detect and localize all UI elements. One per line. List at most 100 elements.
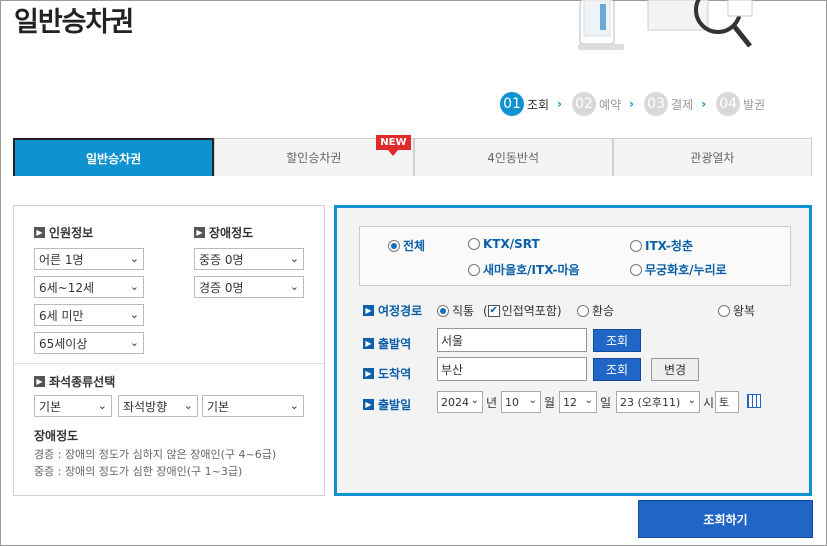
infant-select[interactable]: 6세 미만 ⌄ — [34, 304, 144, 326]
radio-dot — [718, 304, 730, 317]
departure-station-input[interactable]: 서울 — [437, 328, 587, 352]
radio-dot — [630, 239, 642, 252]
page-title: 일반승차권 — [14, 7, 134, 38]
step-label: 조회 — [527, 97, 550, 112]
radio-mugunghwa[interactable]: 무궁화호/누리로 — [630, 261, 727, 278]
devices-illustration — [578, 0, 753, 50]
train-type-box: 전체 KTX/SRT ITX-청춘 새마을호/ITX-마음 무궁화호/누리로 — [359, 226, 791, 286]
section-label: 좌석종류선택 — [49, 375, 116, 389]
year-unit: 년 — [486, 396, 498, 410]
hour-select[interactable]: 23 (오후11) ⌄ — [616, 391, 700, 413]
select-value: 좌석방향 — [123, 399, 168, 414]
calendar-icon[interactable] — [747, 394, 761, 408]
select-value: 6세~12세 — [39, 280, 95, 295]
seat-extra-select[interactable]: 기본 ⌄ — [202, 395, 304, 417]
mild-disability-select[interactable]: 경증 0명 ⌄ — [194, 276, 304, 298]
step-label: 예약 — [599, 97, 622, 112]
chevron-down-icon: ⌄ — [289, 252, 299, 265]
arrival-label: ▶ 도착역 — [363, 365, 411, 382]
radio-label: 직통 — [452, 304, 475, 318]
step-number: 03 — [644, 92, 669, 116]
radio-label: ITX-청춘 — [645, 239, 693, 253]
tab-label: 할인승차권 — [286, 151, 342, 165]
checkbox-label: 인접역포함 — [501, 304, 557, 318]
radio-label: 전체 — [403, 239, 426, 253]
radio-direct[interactable]: 직통 — [437, 302, 474, 319]
chevron-down-icon: ⌄ — [528, 395, 537, 406]
step-reserve: 02 예약 › — [572, 92, 634, 116]
chevron-down-icon: ⌄ — [129, 280, 139, 293]
radio-all[interactable]: 전체 — [388, 237, 425, 254]
select-value: 중증 0명 — [199, 252, 244, 267]
tab-discount[interactable]: 할인승차권 NEW — [214, 135, 414, 176]
select-value: 6세 미만 — [39, 308, 84, 323]
radio-dot — [388, 239, 400, 252]
step-label: 결제 — [671, 97, 694, 112]
tab-four-seat[interactable]: 4인동반석 — [413, 138, 613, 176]
arrow-bullet-icon: ▶ — [363, 338, 374, 349]
note-mild: 경증 : 장애의 정도가 심하지 않은 장애인(구 4~6급) — [34, 448, 277, 461]
nearby-checkbox[interactable]: (✔ 인접역포함) — [483, 302, 562, 319]
month-select[interactable]: 10 ⌄ — [501, 391, 541, 413]
senior-select[interactable]: 65세이상 ⌄ — [34, 332, 144, 354]
swap-stations-button[interactable]: 변경 — [651, 358, 699, 381]
radio-transfer[interactable]: 환승 — [577, 302, 614, 319]
day-select[interactable]: 12 ⌄ — [559, 391, 597, 413]
radio-label: 무궁화호/누리로 — [645, 263, 727, 277]
chevron-down-icon: ⌄ — [97, 399, 107, 412]
search-button[interactable]: 조회하기 — [638, 500, 813, 538]
radio-saemaeul[interactable]: 새마을호/ITX-마음 — [468, 261, 580, 278]
severe-disability-select[interactable]: 중증 0명 ⌄ — [194, 248, 304, 270]
select-value: 12 — [563, 395, 577, 409]
search-panel: 전체 KTX/SRT ITX-청춘 새마을호/ITX-마음 무궁화호/누리로 ▶… — [334, 205, 812, 496]
label-text: 도착역 — [378, 367, 412, 381]
step-label: 발권 — [743, 97, 766, 112]
step-search: 01 조회 › — [500, 92, 562, 116]
chevron-down-icon: ⌄ — [129, 308, 139, 321]
radio-label: KTX/SRT — [483, 237, 540, 251]
seat-direction-select[interactable]: 좌석방향 ⌄ — [118, 395, 198, 417]
radio-round-trip[interactable]: 왕복 — [718, 302, 755, 319]
chevron-down-icon: ⌄ — [129, 336, 139, 349]
arrival-search-button[interactable]: 조회 — [593, 358, 641, 381]
ticket-tabs: 일반승차권 할인승차권 NEW 4인동반석 관광열차 — [13, 135, 812, 176]
radio-dot — [577, 304, 589, 317]
chevron-right-icon: › — [557, 97, 563, 111]
arrow-bullet-icon: ▶ — [194, 227, 205, 238]
select-value: 경증 0명 — [199, 280, 244, 295]
tab-tourist[interactable]: 관광열차 — [612, 138, 812, 176]
label-text: 여정경로 — [378, 304, 423, 318]
radio-ktx[interactable]: KTX/SRT — [468, 237, 540, 251]
arrow-bullet-icon: ▶ — [34, 376, 45, 387]
departure-search-button[interactable]: 조회 — [593, 329, 641, 352]
select-value: 기본 — [39, 399, 62, 414]
note-severe: 중증 : 장애의 정도가 심한 장애인(구 1~3급) — [34, 465, 243, 478]
radio-dot — [437, 304, 449, 317]
step-number: 01 — [500, 92, 524, 116]
label-text: 출발일 — [378, 398, 412, 412]
year-select[interactable]: 2024 ⌄ — [437, 391, 483, 413]
seat-type-select[interactable]: 기본 ⌄ — [34, 395, 112, 417]
chevron-down-icon: ⌄ — [584, 395, 593, 406]
arrow-bullet-icon: ▶ — [363, 368, 374, 379]
child-select[interactable]: 6세~12세 ⌄ — [34, 276, 144, 298]
radio-itx-cheongchun[interactable]: ITX-청춘 — [630, 237, 693, 254]
arrival-station-input[interactable]: 부산 — [437, 357, 587, 381]
tab-general[interactable]: 일반승차권 — [13, 138, 215, 176]
adult-select[interactable]: 어른 1명 ⌄ — [34, 248, 144, 270]
select-value: 10 — [505, 395, 519, 409]
select-value: 기본 — [207, 399, 230, 414]
route-label: ▶ 여정경로 — [363, 302, 422, 319]
radio-label: 새마을호/ITX-마음 — [483, 263, 580, 277]
radio-dot — [468, 263, 480, 276]
chevron-right-icon: › — [629, 97, 635, 111]
new-badge: NEW — [376, 135, 411, 156]
passenger-section-title: ▶ 인원정보 — [34, 224, 93, 241]
progress-steps: 01 조회 › 02 예약 › 03 결제 › 04 발권 — [500, 92, 775, 116]
divider — [14, 363, 324, 364]
step-issue: 04 발권 — [716, 92, 765, 116]
chevron-down-icon: ⌄ — [289, 399, 299, 412]
radio-dot — [630, 263, 642, 276]
notes-title: 장애정도 — [34, 429, 79, 443]
step-number: 04 — [716, 92, 741, 116]
